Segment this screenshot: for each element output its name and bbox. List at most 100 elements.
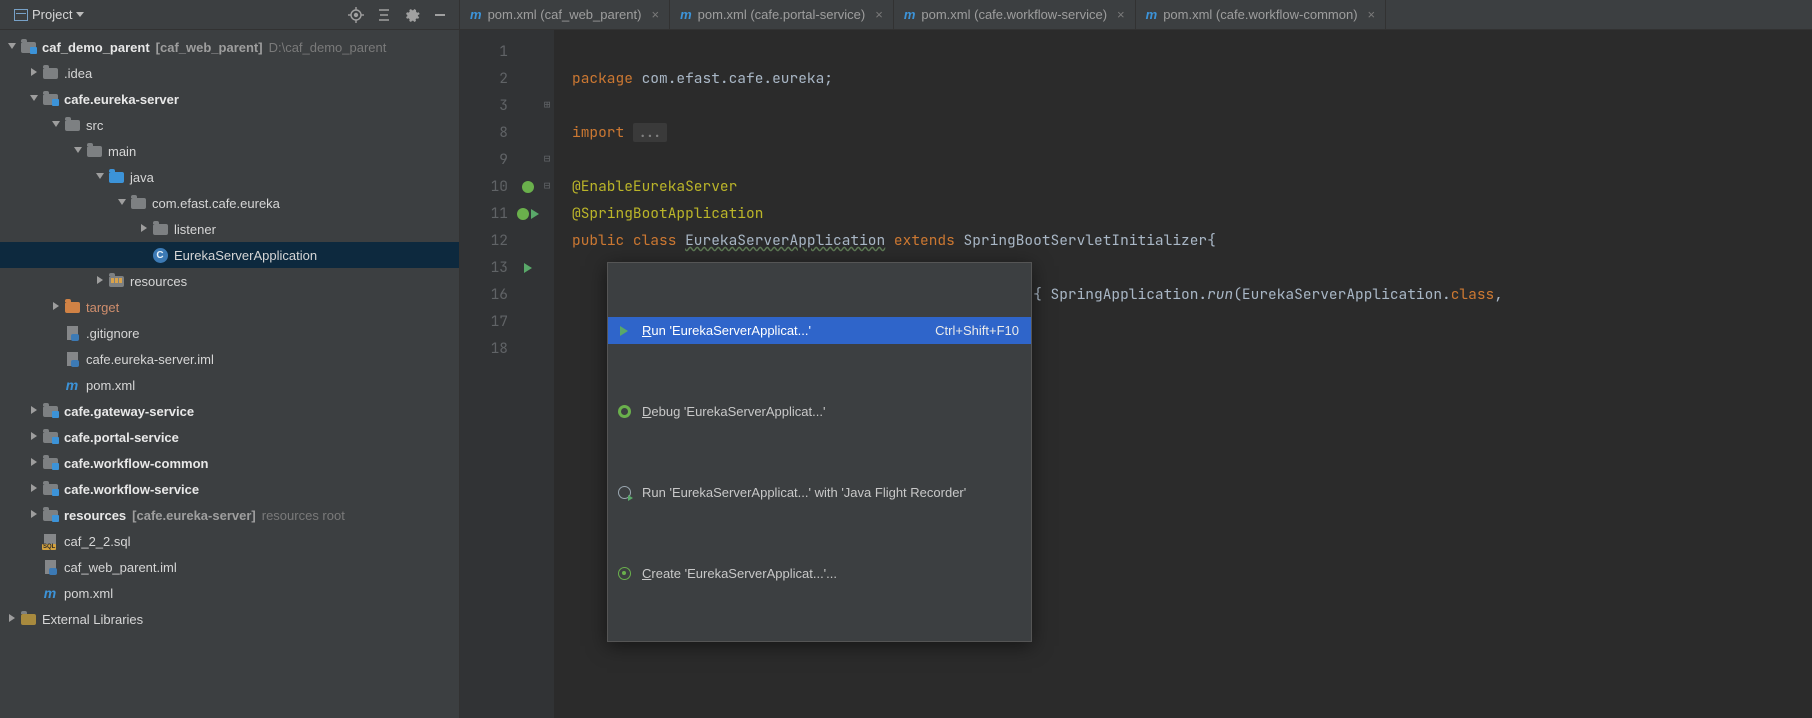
tree-node-pom-root[interactable]: m pom.xml (0, 580, 459, 606)
tree-node-gateway[interactable]: cafe.gateway-service (0, 398, 459, 424)
tree-node-src[interactable]: src (0, 112, 459, 138)
tree-label: caf_2_2.sql (64, 534, 131, 549)
expander-icon[interactable] (28, 67, 40, 79)
tree-node-idea[interactable]: .idea (0, 60, 459, 86)
menu-item-debug[interactable]: Debug 'EurekaServerApplicat...' (608, 398, 1031, 425)
tree-node-sql[interactable]: caf_2_2.sql (0, 528, 459, 554)
editor-tab[interactable]: m pom.xml (cafe.portal-service) × (670, 0, 894, 29)
expander-icon[interactable] (6, 41, 18, 53)
folder-icon (87, 146, 102, 157)
project-tool-window: Project caf_demo_parent [caf_web_ (0, 0, 460, 718)
line-number: 10 (460, 173, 508, 200)
code-token: import (572, 123, 624, 142)
project-header: Project (0, 0, 459, 30)
code-token: (EurekaServerApplication. (1233, 285, 1451, 304)
locate-button[interactable] (345, 4, 367, 26)
menu-item-run-jfr[interactable]: Run 'EurekaServerApplicat...' with 'Java… (608, 479, 1031, 506)
expand-all-button[interactable] (373, 4, 395, 26)
line-number: 16 (460, 281, 508, 308)
menu-item-run[interactable]: Run 'EurekaServerApplicat...' Ctrl+Shift… (608, 317, 1031, 344)
tree-node-wf-service[interactable]: cafe.workflow-service (0, 476, 459, 502)
file-icon (45, 560, 56, 574)
expander-icon[interactable] (28, 509, 40, 521)
expander-icon[interactable] (94, 275, 106, 287)
project-view-selector[interactable]: Project (8, 5, 90, 24)
close-icon[interactable]: × (1368, 7, 1376, 22)
spring-bean-gutter-icon[interactable] (516, 173, 540, 200)
expander-icon[interactable] (28, 431, 40, 443)
tree-node-pom[interactable]: m pom.xml (0, 372, 459, 398)
editor-tabs: m pom.xml (caf_web_parent) × m pom.xml (… (460, 0, 1812, 30)
expander-icon[interactable] (94, 171, 106, 183)
tree-node-listener[interactable]: listener (0, 216, 459, 242)
line-number: 13 (460, 254, 508, 281)
fold-toggle-icon[interactable]: ⊟ (540, 146, 554, 173)
expander-icon[interactable] (6, 613, 18, 625)
project-tree[interactable]: caf_demo_parent [caf_web_parent] D:\caf_… (0, 30, 459, 718)
code-content[interactable]: package com.efast.cafe.eureka; import ..… (554, 30, 1812, 718)
close-icon[interactable]: × (875, 7, 883, 22)
expander-icon[interactable] (28, 457, 40, 469)
tree-node-app-class[interactable]: C EurekaServerApplication (0, 242, 459, 268)
minimize-button[interactable] (429, 4, 451, 26)
code-token: extends (894, 231, 955, 250)
tree-node-eureka[interactable]: cafe.eureka-server (0, 86, 459, 112)
tree-node-iml[interactable]: cafe.eureka-server.iml (0, 346, 459, 372)
run-icon (616, 326, 632, 336)
tree-node-ext-libs[interactable]: External Libraries (0, 606, 459, 632)
close-icon[interactable]: × (651, 7, 659, 22)
tree-node-package[interactable]: com.efast.cafe.eureka (0, 190, 459, 216)
settings-button[interactable] (401, 4, 423, 26)
profiler-icon (616, 486, 632, 499)
tree-node-portal[interactable]: cafe.portal-service (0, 424, 459, 450)
code-token: class (1451, 285, 1495, 304)
code-fold-placeholder[interactable]: ... (633, 123, 667, 142)
tree-label: main (108, 144, 136, 159)
tree-root[interactable]: caf_demo_parent [caf_web_parent] D:\caf_… (0, 34, 459, 60)
tree-label-extra: [caf_web_parent] (156, 40, 263, 55)
menu-item-create-config[interactable]: Create 'EurekaServerApplicat...'... (608, 560, 1031, 587)
expander-icon[interactable] (72, 145, 84, 157)
expander-icon[interactable] (116, 197, 128, 209)
expander-icon[interactable] (138, 223, 150, 235)
code-editor[interactable]: 1 2 3 8 9 10 11 12 13 16 17 18 (460, 30, 1812, 718)
line-number: 1 (460, 38, 508, 65)
line-number: 12 (460, 227, 508, 254)
tree-node-target[interactable]: target (0, 294, 459, 320)
module-icon (43, 432, 58, 443)
tree-label: .idea (64, 66, 92, 81)
run-gutter-icon[interactable] (516, 254, 540, 281)
maven-icon: m (680, 8, 692, 21)
fold-column[interactable]: ⊞ ⊟ ⊟ (540, 30, 554, 718)
run-gutter-icon[interactable] (516, 200, 540, 227)
tree-label: target (86, 300, 119, 315)
fold-toggle-icon[interactable]: ⊟ (540, 173, 554, 200)
menu-label: Run 'EurekaServerApplicat...' (642, 317, 925, 344)
line-number: 18 (460, 335, 508, 362)
folder-icon (43, 68, 58, 79)
editor-tab[interactable]: m pom.xml (caf_web_parent) × (460, 0, 670, 29)
tree-node-java[interactable]: java (0, 164, 459, 190)
tree-node-main[interactable]: main (0, 138, 459, 164)
code-token: public (572, 231, 624, 250)
expander-icon[interactable] (50, 301, 62, 313)
package-icon (153, 224, 168, 235)
tree-node-res-module[interactable]: resources [cafe.eureka-server] resources… (0, 502, 459, 528)
line-number: 17 (460, 308, 508, 335)
tree-node-gitignore[interactable]: .gitignore (0, 320, 459, 346)
close-icon[interactable]: × (1117, 7, 1125, 22)
tree-node-wf-common[interactable]: cafe.workflow-common (0, 450, 459, 476)
expander-icon[interactable] (28, 405, 40, 417)
menu-label: Debug 'EurekaServerApplicat...' (642, 398, 1019, 425)
fold-toggle-icon[interactable]: ⊞ (540, 92, 554, 119)
tree-node-iml-root[interactable]: caf_web_parent.iml (0, 554, 459, 580)
editor-tab[interactable]: m pom.xml (cafe.workflow-service) × (894, 0, 1136, 29)
expander-icon[interactable] (28, 483, 40, 495)
expander-icon[interactable] (28, 93, 40, 105)
tree-label: cafe.eureka-server.iml (86, 352, 214, 367)
editor-tab[interactable]: m pom.xml (cafe.workflow-common) × (1136, 0, 1386, 29)
module-icon (43, 94, 58, 105)
tree-node-resources[interactable]: resources (0, 268, 459, 294)
tree-label: cafe.gateway-service (64, 404, 194, 419)
expander-icon[interactable] (50, 119, 62, 131)
